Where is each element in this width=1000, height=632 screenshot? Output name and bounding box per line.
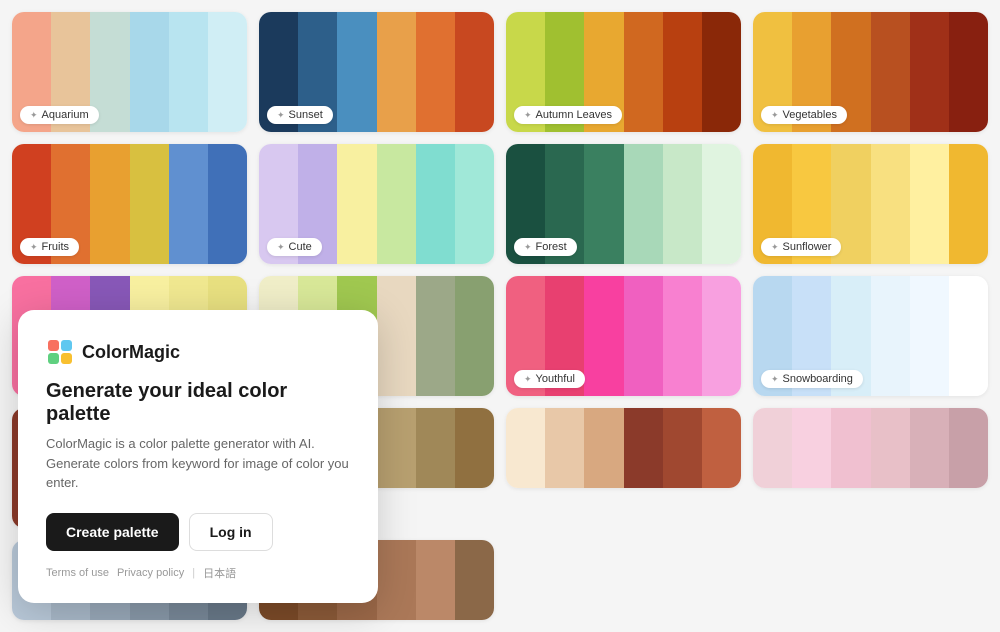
palette-row4-3[interactable] xyxy=(753,408,988,488)
popup-card: ColorMagic Generate your ideal color pal… xyxy=(18,310,378,603)
popup-logo: ColorMagic xyxy=(46,338,350,366)
palette-label: Sunflower xyxy=(761,238,841,256)
create-palette-button[interactable]: Create palette xyxy=(46,513,179,551)
popup-buttons: Create palette Log in xyxy=(46,513,350,551)
privacy-link[interactable]: Privacy policy xyxy=(117,567,184,579)
palette-label: Vegetables xyxy=(761,106,847,124)
popup-description: ColorMagic is a color palette generator … xyxy=(46,434,350,493)
footer-divider: | xyxy=(192,567,195,579)
palette-youthful[interactable]: Youthful xyxy=(506,276,741,396)
palette-autumn[interactable]: Autumn Leaves xyxy=(506,12,741,132)
palette-cute[interactable]: Cute xyxy=(259,144,494,264)
palette-sunset[interactable]: Sunset xyxy=(259,12,494,132)
palette-forest[interactable]: Forest xyxy=(506,144,741,264)
login-button[interactable]: Log in xyxy=(189,513,273,551)
palette-label: Snowboarding xyxy=(761,370,863,388)
app-name: ColorMagic xyxy=(82,342,180,363)
palette-fruits[interactable]: Fruits xyxy=(12,144,247,264)
palette-label: Fruits xyxy=(20,238,79,256)
language-link[interactable]: 日本語 xyxy=(203,565,236,581)
palette-label: Aquarium xyxy=(20,106,99,124)
popup-title: Generate your ideal color palette xyxy=(46,380,350,426)
colormagic-logo-icon xyxy=(46,338,74,366)
palette-label: Autumn Leaves xyxy=(514,106,622,124)
palette-row4-2[interactable] xyxy=(506,408,741,488)
palette-label: Forest xyxy=(514,238,577,256)
palette-label: Cute xyxy=(267,238,322,256)
terms-link[interactable]: Terms of use xyxy=(46,567,109,579)
palette-label: Sunset xyxy=(267,106,333,124)
palette-sunflower[interactable]: Sunflower xyxy=(753,144,988,264)
palette-label: Youthful xyxy=(514,370,585,388)
palette-aquarium[interactable]: Aquarium xyxy=(12,12,247,132)
palette-vegetables[interactable]: Vegetables xyxy=(753,12,988,132)
popup-footer: Terms of use Privacy policy | 日本語 xyxy=(46,565,350,581)
palette-snowboarding[interactable]: Snowboarding xyxy=(753,276,988,396)
